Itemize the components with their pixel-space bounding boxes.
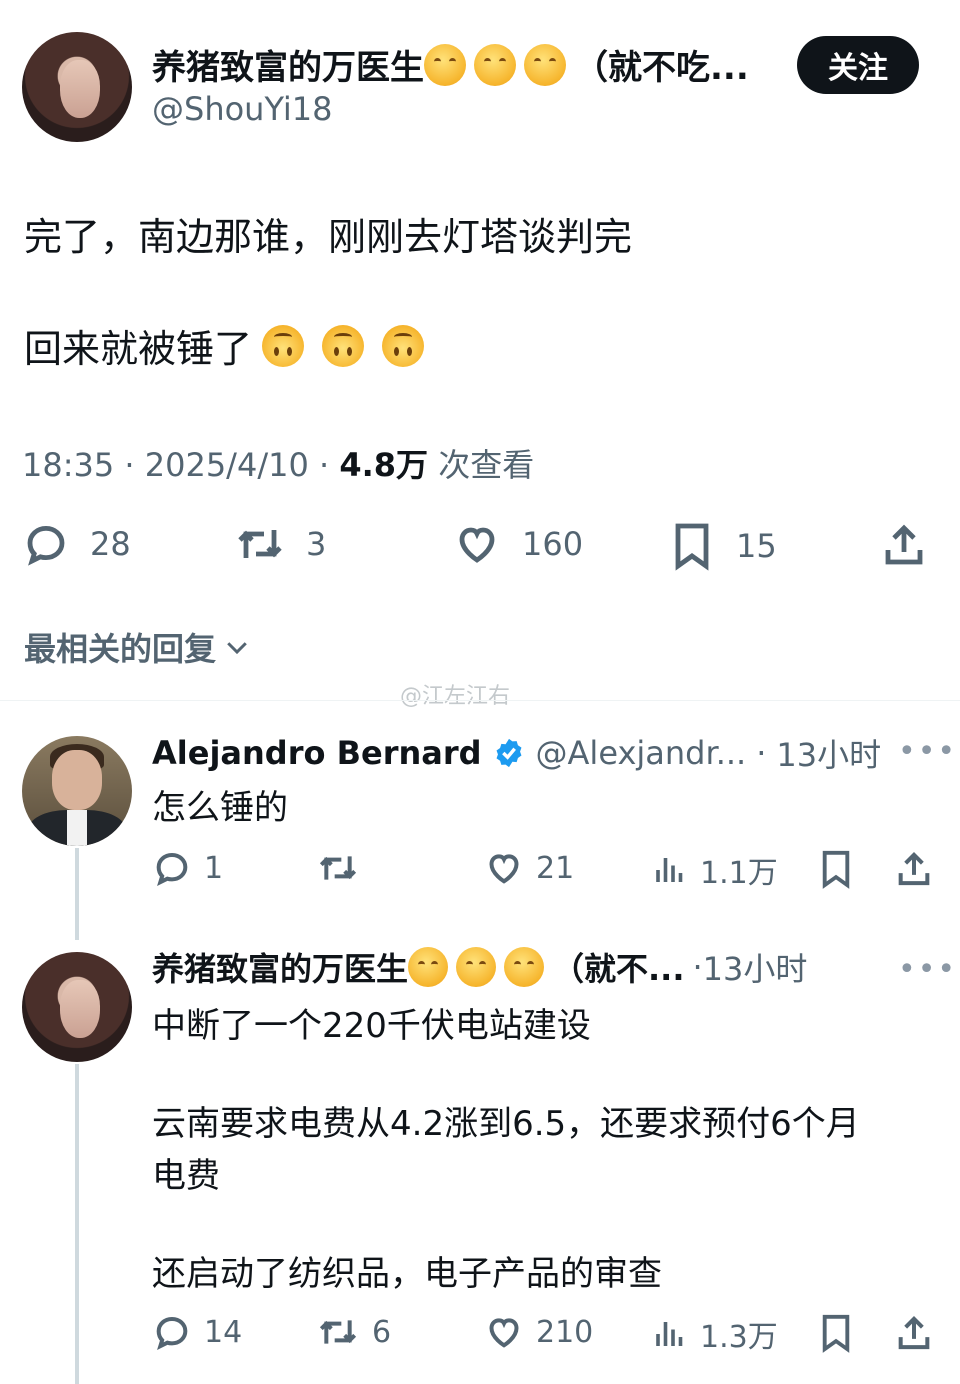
hugging-emoji bbox=[524, 44, 566, 86]
post-meta: 18:35 · 2025/4/10 · 4.8万 次查看 bbox=[22, 446, 535, 484]
more-icon[interactable]: ••• bbox=[898, 952, 957, 987]
retweet-button[interactable]: 3 bbox=[234, 520, 326, 568]
reply-like-button[interactable]: 210 bbox=[484, 1312, 593, 1352]
post-text-line1: 完了，南边那谁，刚刚去灯塔谈判完 bbox=[24, 215, 633, 259]
reply-share-button[interactable] bbox=[894, 848, 934, 890]
reply-author-handle[interactable]: @Alexjandr... bbox=[536, 734, 747, 772]
reply-bookmark-button[interactable] bbox=[816, 1312, 856, 1354]
post-text-line2: 回来就被锤了 bbox=[24, 318, 432, 373]
replies-sort-dropdown[interactable]: 最相关的回复 bbox=[24, 624, 252, 670]
reply-avatar[interactable] bbox=[22, 736, 132, 846]
bookmark-icon bbox=[822, 1314, 850, 1353]
upside-down-emoji bbox=[262, 324, 305, 367]
reply-like-button[interactable]: 21 bbox=[484, 848, 574, 888]
reply-text: 怎么锤的 bbox=[152, 788, 288, 828]
share-icon bbox=[885, 524, 923, 565]
reply-time[interactable]: 13小时 bbox=[703, 944, 808, 990]
hugging-emoji bbox=[456, 947, 497, 987]
reply-share-button[interactable] bbox=[894, 1312, 934, 1354]
hugging-emoji bbox=[504, 947, 545, 987]
upside-down-emoji bbox=[382, 324, 425, 367]
reply-icon bbox=[27, 525, 65, 566]
reply-icon bbox=[156, 1316, 188, 1351]
upside-down-emoji bbox=[322, 324, 365, 367]
bookmark-icon bbox=[822, 850, 850, 889]
author-name[interactable]: 养猪致富的万医生 （就不吃... bbox=[152, 40, 749, 89]
watermark: @江左江右 bbox=[400, 684, 511, 709]
share-icon bbox=[898, 852, 930, 886]
reply-header: 养猪致富的万医生 （就不... · 13小时 bbox=[152, 944, 807, 990]
reply-author-name[interactable]: Alejandro Bernard bbox=[152, 734, 482, 772]
reply-text-line2: 云南要求电费从4.2涨到6.5，还要求预付6个月 bbox=[152, 1104, 860, 1144]
retweet-icon bbox=[319, 1320, 357, 1344]
reply-button[interactable]: 28 bbox=[22, 520, 131, 568]
thread-line bbox=[75, 1064, 79, 1384]
views-icon bbox=[656, 858, 683, 882]
reply-text-line3: 电费 bbox=[152, 1156, 220, 1196]
retweet-icon bbox=[238, 530, 282, 558]
share-button[interactable] bbox=[880, 520, 928, 570]
bookmark-icon bbox=[675, 523, 709, 571]
reply-reply-button[interactable]: 1 bbox=[152, 848, 223, 888]
reply-text-line1: 中断了一个220千伏电站建设 bbox=[152, 1006, 591, 1046]
like-icon bbox=[489, 1318, 519, 1348]
reply-time[interactable]: 13小时 bbox=[776, 730, 881, 776]
retweet-icon bbox=[319, 856, 357, 880]
post-date[interactable]: 2025/4/10 bbox=[145, 446, 309, 484]
chevron-down-icon bbox=[227, 642, 247, 655]
more-icon[interactable]: ••• bbox=[898, 734, 957, 769]
hugging-emoji bbox=[474, 44, 516, 86]
reply-retweet-button[interactable] bbox=[316, 848, 372, 888]
views-icon bbox=[656, 1322, 683, 1346]
reply-text-line4: 还启动了纺织品，电子产品的审查 bbox=[152, 1254, 662, 1294]
divider bbox=[0, 700, 960, 701]
follow-button[interactable]: 关注 bbox=[797, 36, 919, 94]
reply-header: Alejandro Bernard @Alexjandr... · 13小时 bbox=[152, 730, 881, 776]
reply-retweet-button[interactable]: 6 bbox=[316, 1312, 391, 1352]
author-avatar[interactable] bbox=[22, 32, 132, 142]
like-button[interactable]: 160 bbox=[452, 520, 583, 568]
reply-views-button[interactable]: 1.1万 bbox=[652, 848, 778, 892]
author-handle[interactable]: @ShouYi18 bbox=[152, 90, 332, 128]
share-icon bbox=[898, 1316, 930, 1350]
thread-line bbox=[75, 848, 79, 940]
verified-icon bbox=[496, 738, 521, 768]
hugging-emoji bbox=[408, 947, 449, 987]
bookmark-button[interactable]: 15 bbox=[668, 520, 777, 572]
reply-views-button[interactable]: 1.3万 bbox=[652, 1312, 778, 1356]
like-icon bbox=[489, 854, 519, 884]
views-count: 4.8万 bbox=[339, 446, 429, 484]
reply-avatar[interactable] bbox=[22, 952, 132, 1062]
hugging-emoji bbox=[424, 44, 466, 86]
post-time[interactable]: 18:35 bbox=[22, 446, 114, 484]
reply-author-name[interactable]: 养猪致富的万医生 bbox=[152, 944, 408, 990]
like-icon bbox=[459, 527, 495, 563]
reply-bookmark-button[interactable] bbox=[816, 848, 856, 890]
reply-icon bbox=[156, 852, 188, 887]
views-label: 次查看 bbox=[438, 446, 535, 484]
reply-reply-button[interactable]: 14 bbox=[152, 1312, 242, 1352]
